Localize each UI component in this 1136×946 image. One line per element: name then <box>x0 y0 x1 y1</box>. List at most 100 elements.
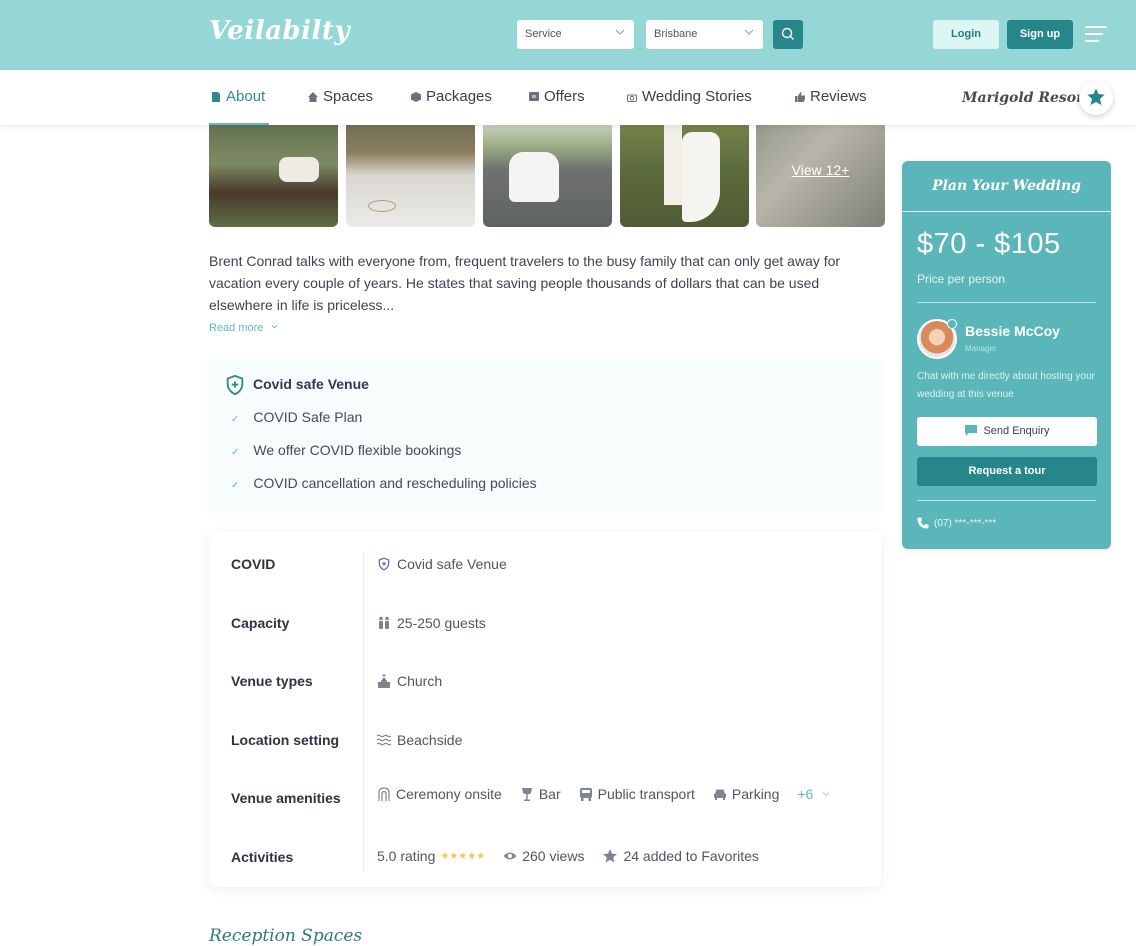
service-select-value: Service <box>525 28 562 40</box>
search-button[interactable] <box>773 20 803 49</box>
detail-row-venue-types: Venue types Church <box>209 667 881 697</box>
thumbs-up-icon <box>795 91 805 102</box>
star-icon <box>603 849 618 863</box>
logo[interactable]: Veilabilty <box>209 16 350 46</box>
price-label: Price per person <box>917 272 1006 286</box>
top-header: Veilabilty Service Brisbane Login Sign u… <box>0 0 1136 70</box>
detail-value: Covid safe Venue <box>377 556 507 572</box>
chevron-down-icon <box>271 324 279 329</box>
detail-row-covid: COVID Covid safe Venue <box>209 550 881 580</box>
amenity-chip: Bar <box>520 786 561 802</box>
views-text: 260 views <box>522 848 585 864</box>
detail-value: 5.0 rating ★★★★★ 260 views 24 added to F… <box>377 848 771 864</box>
hamburger-menu-icon[interactable] <box>1085 26 1107 44</box>
tab-packages[interactable]: Packages <box>411 88 492 105</box>
send-enquiry-button[interactable]: Send Enquiry <box>917 417 1097 446</box>
detail-row-capacity: Capacity 25-250 guests <box>209 609 881 639</box>
search-icon <box>781 27 794 40</box>
bus-icon <box>579 788 592 801</box>
tab-about[interactable]: About <box>211 88 265 105</box>
amenity-label: Bar <box>538 786 561 802</box>
check-icon: ✓ <box>231 414 240 425</box>
divider <box>902 211 1111 212</box>
chat-prompt: Chat with me directly about hosting your… <box>917 371 1095 400</box>
detail-row-location: Location setting Beachside <box>209 726 881 756</box>
tab-label: Spaces <box>323 88 374 105</box>
shield-plus-icon <box>226 374 244 396</box>
more-amenities-count: +6 <box>797 786 814 802</box>
chevron-down-icon <box>744 29 754 35</box>
covid-item-text: COVID cancellation and rescheduling poli… <box>253 475 537 491</box>
detail-value-text: Covid safe Venue <box>397 556 507 572</box>
gallery-photo[interactable] <box>483 112 612 227</box>
tab-offers[interactable]: Offers <box>529 88 585 105</box>
view-more-link[interactable]: View 12+ <box>756 162 885 178</box>
covid-item: ✓ COVID Safe Plan <box>231 409 362 425</box>
eye-icon <box>503 852 517 860</box>
photo-gallery: View 12+ <box>209 112 885 227</box>
service-select[interactable]: Service <box>517 20 634 49</box>
plan-wedding-card: Plan Your Wedding $70 - $105 Price per p… <box>902 161 1111 549</box>
location-select[interactable]: Brisbane <box>646 20 763 49</box>
detail-label: Venue amenities <box>231 790 341 806</box>
detail-value: Beachside <box>377 732 462 748</box>
amenity-chip: Ceremony onsite <box>377 786 502 802</box>
detail-label: Venue types <box>231 673 313 689</box>
request-tour-button[interactable]: Request a tour <box>917 457 1097 486</box>
gallery-view-more[interactable]: View 12+ <box>756 112 885 227</box>
price-range: $70 - $105 <box>917 228 1061 260</box>
manager-role: Manager <box>965 344 997 353</box>
detail-value-text: Church <box>397 673 443 689</box>
more-amenities-toggle[interactable]: +6 <box>797 786 831 802</box>
tab-reviews[interactable]: Reviews <box>795 88 867 105</box>
detail-label: COVID <box>231 556 276 572</box>
chat-bubble-icon <box>965 425 978 436</box>
gallery-photo[interactable] <box>346 112 475 227</box>
amenity-label: Ceremony onsite <box>396 786 502 802</box>
login-button[interactable]: Login <box>933 20 999 49</box>
check-icon: ✓ <box>231 447 240 458</box>
arch-icon <box>378 787 390 801</box>
detail-label: Activities <box>231 849 294 865</box>
read-more-link[interactable]: Read more <box>209 322 279 334</box>
church-icon <box>378 674 390 688</box>
gallery-photo[interactable] <box>209 112 338 227</box>
home-icon <box>308 91 318 102</box>
star-icon <box>1087 88 1105 106</box>
detail-label: Capacity <box>231 615 290 631</box>
gallery-photo[interactable] <box>620 112 749 227</box>
detail-label: Location setting <box>231 732 340 748</box>
covid-item-text: COVID Safe Plan <box>253 409 363 425</box>
box-icon <box>411 91 421 102</box>
divider <box>363 552 364 872</box>
send-enquiry-label: Send Enquiry <box>983 425 1050 437</box>
rating: 5.0 rating ★★★★★ <box>377 848 485 864</box>
amenity-chip: Public transport <box>579 786 695 802</box>
reception-spaces-heading: Reception Spaces <box>209 926 363 946</box>
tab-label: Packages <box>426 88 492 105</box>
shield-plus-icon <box>378 557 390 571</box>
tab-spaces[interactable]: Spaces <box>308 88 373 105</box>
amenity-chip: Parking <box>713 786 779 802</box>
phone-number[interactable]: (07) ***-***-*** <box>917 517 996 529</box>
active-tab-indicator <box>209 123 269 125</box>
amenity-label: Parking <box>731 786 780 802</box>
favorites-text: 24 added to Favorites <box>623 848 759 864</box>
waves-icon <box>377 734 391 746</box>
chevron-down-icon <box>615 29 625 35</box>
venue-details-card: COVID Covid safe Venue Capacity 25-250 g… <box>209 532 881 887</box>
detail-value-text: Beachside <box>397 732 463 748</box>
detail-value: Church <box>377 673 442 689</box>
phone-text: (07) ***-***-*** <box>934 517 997 529</box>
covid-item: ✓ COVID cancellation and rescheduling pol… <box>231 475 537 491</box>
tab-label: Offers <box>544 88 585 105</box>
favorite-button[interactable] <box>1079 81 1113 115</box>
tab-label: About <box>226 88 266 105</box>
divider <box>917 500 1096 501</box>
detail-row-amenities: Venue amenities Ceremony onsite Bar Publ… <box>209 784 881 814</box>
signup-button[interactable]: Sign up <box>1007 20 1073 49</box>
people-icon <box>379 616 389 629</box>
tab-wedding-stories[interactable]: Wedding Stories <box>627 88 752 105</box>
chevron-down-icon <box>822 792 830 797</box>
star-rating-icon: ★★★★★ <box>440 850 486 862</box>
